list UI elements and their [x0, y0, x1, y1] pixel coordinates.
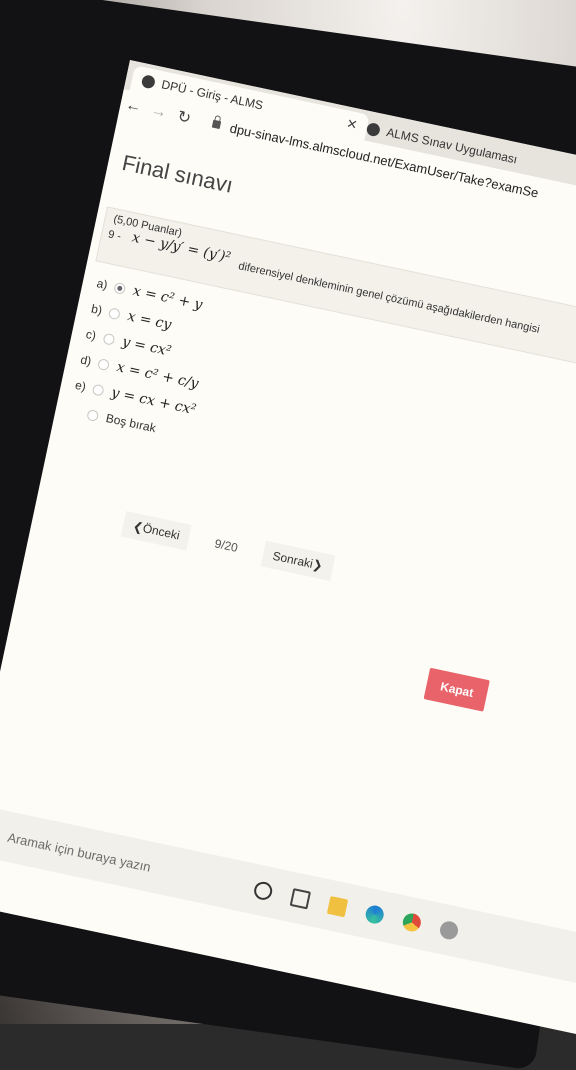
globe-icon: [365, 121, 382, 137]
question-number: 9 -: [107, 228, 123, 243]
option-letter: d): [79, 352, 93, 369]
option-letter: c): [84, 327, 98, 343]
file-explorer-icon[interactable]: [326, 895, 349, 918]
option-letter: a): [95, 276, 109, 293]
globe-icon: [140, 73, 157, 90]
radio-button[interactable]: [86, 408, 100, 422]
back-button[interactable]: ←: [119, 95, 148, 118]
close-exam-button[interactable]: Kapat: [423, 667, 491, 712]
reload-button[interactable]: ↻: [169, 105, 199, 130]
option-formula: x = cy: [126, 308, 173, 334]
cortana-icon[interactable]: [252, 880, 274, 902]
page-title: Final sınavı: [120, 149, 236, 198]
radio-button[interactable]: [102, 332, 116, 346]
option-letter: b): [90, 301, 104, 318]
radio-button[interactable]: [91, 383, 105, 397]
chrome-icon[interactable]: [401, 911, 423, 934]
next-button[interactable]: Sonraki❯: [260, 540, 335, 581]
forward-button[interactable]: →: [144, 101, 173, 124]
chrome-profile-icon[interactable]: [438, 919, 460, 942]
question-pager: ❮Önceki 9/20 Sonraki❯: [120, 511, 335, 581]
answer-options: a) x = c² + y b) x = cy c) y = cx² d) x …: [67, 270, 220, 448]
radio-button[interactable]: [97, 357, 111, 371]
radio-button[interactable]: [113, 281, 127, 295]
lock-icon: [211, 119, 222, 130]
task-view-icon[interactable]: [289, 888, 312, 910]
previous-button[interactable]: ❮Önceki: [120, 511, 193, 551]
option-letter: e): [73, 377, 88, 394]
radio-button[interactable]: [107, 306, 122, 320]
edge-icon[interactable]: [364, 903, 386, 926]
blank-option-label: Boş bırak: [104, 410, 158, 436]
question-counter: 9/20: [213, 536, 240, 555]
question-text: diferensiyel denkleminin genel çözümü aş…: [237, 260, 541, 336]
